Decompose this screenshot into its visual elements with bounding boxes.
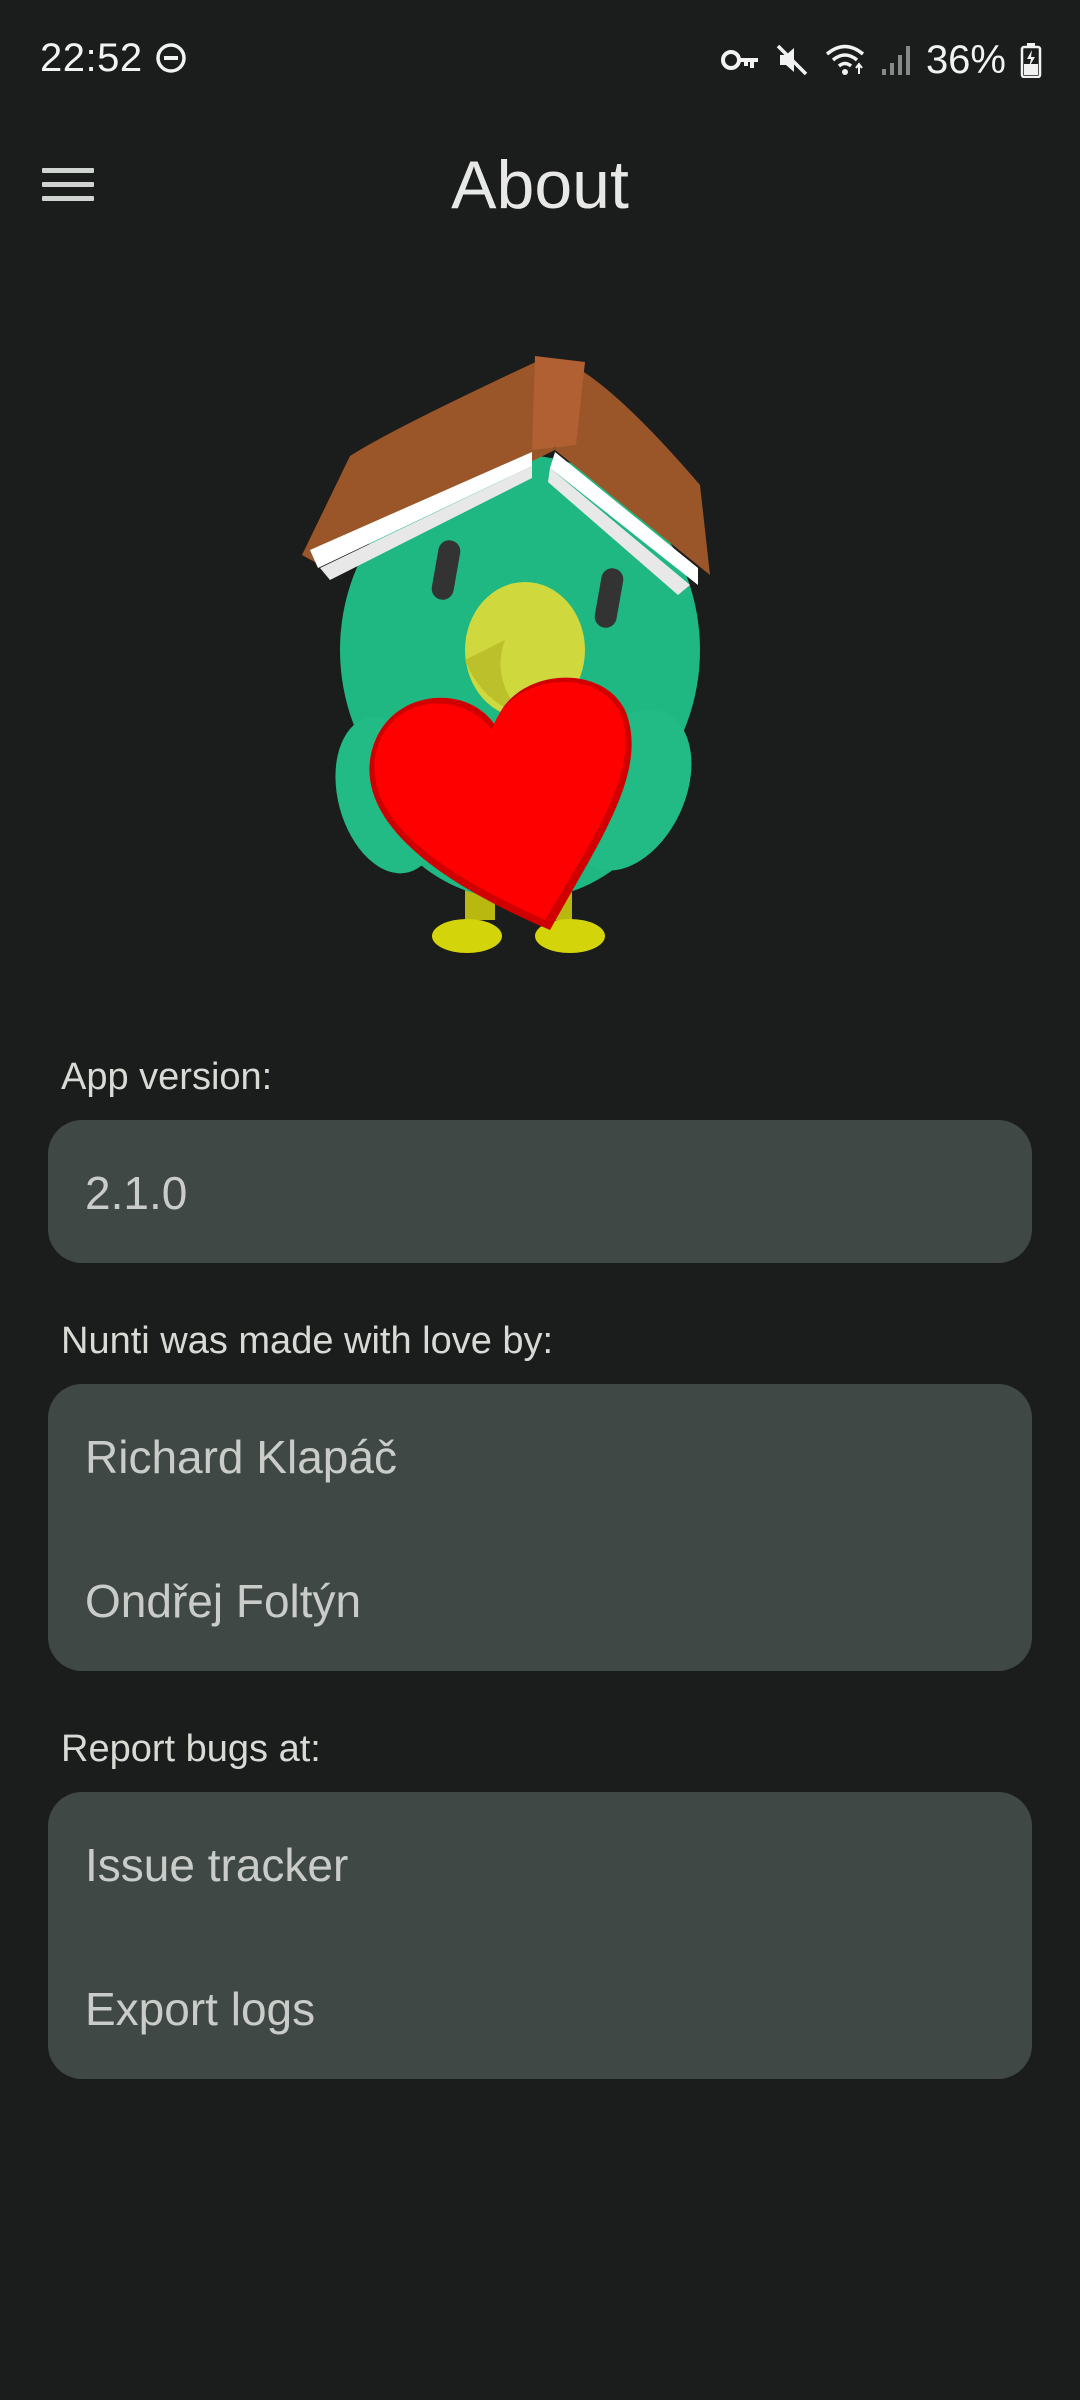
battery-percent: 36% xyxy=(925,37,1006,82)
issue-tracker-link[interactable]: Issue tracker xyxy=(85,1838,348,1892)
bird-with-book-and-heart-icon xyxy=(302,356,710,953)
report-bugs-label: Report bugs at: xyxy=(61,1728,321,1770)
status-time: 22:52 xyxy=(40,36,143,80)
signal-icon xyxy=(881,46,910,75)
mute-icon xyxy=(776,44,808,76)
vpn-key-icon xyxy=(720,50,758,70)
author-item: Richard Klapáč xyxy=(85,1431,397,1483)
battery-charging-icon xyxy=(1020,43,1042,78)
app-version-label: App version: xyxy=(61,1056,273,1098)
app-version-value: 2.1.0 xyxy=(85,1167,188,1219)
do-not-disturb-icon xyxy=(156,43,186,73)
status-bar: 22:52 36% xyxy=(0,0,1080,120)
authors-card: Richard Klapáč Ondřej Foltýn xyxy=(48,1384,1032,1671)
report-bugs-card: Issue tracker Export logs xyxy=(48,1792,1032,2079)
page-title: About xyxy=(451,147,629,223)
export-logs-button[interactable]: Export logs xyxy=(85,1982,315,2036)
status-icons: 36% xyxy=(720,30,1042,90)
app-version-card: 2.1.0 xyxy=(48,1120,1032,1263)
authors-label: Nunti was made with love by: xyxy=(61,1320,554,1362)
author-item: Ondřej Foltýn xyxy=(85,1575,362,1627)
app-bar: About xyxy=(0,120,1080,250)
about-screen: 22:52 36% About App version: 2.1.0 Nunti… xyxy=(0,0,1080,2400)
wifi-icon xyxy=(825,44,865,75)
